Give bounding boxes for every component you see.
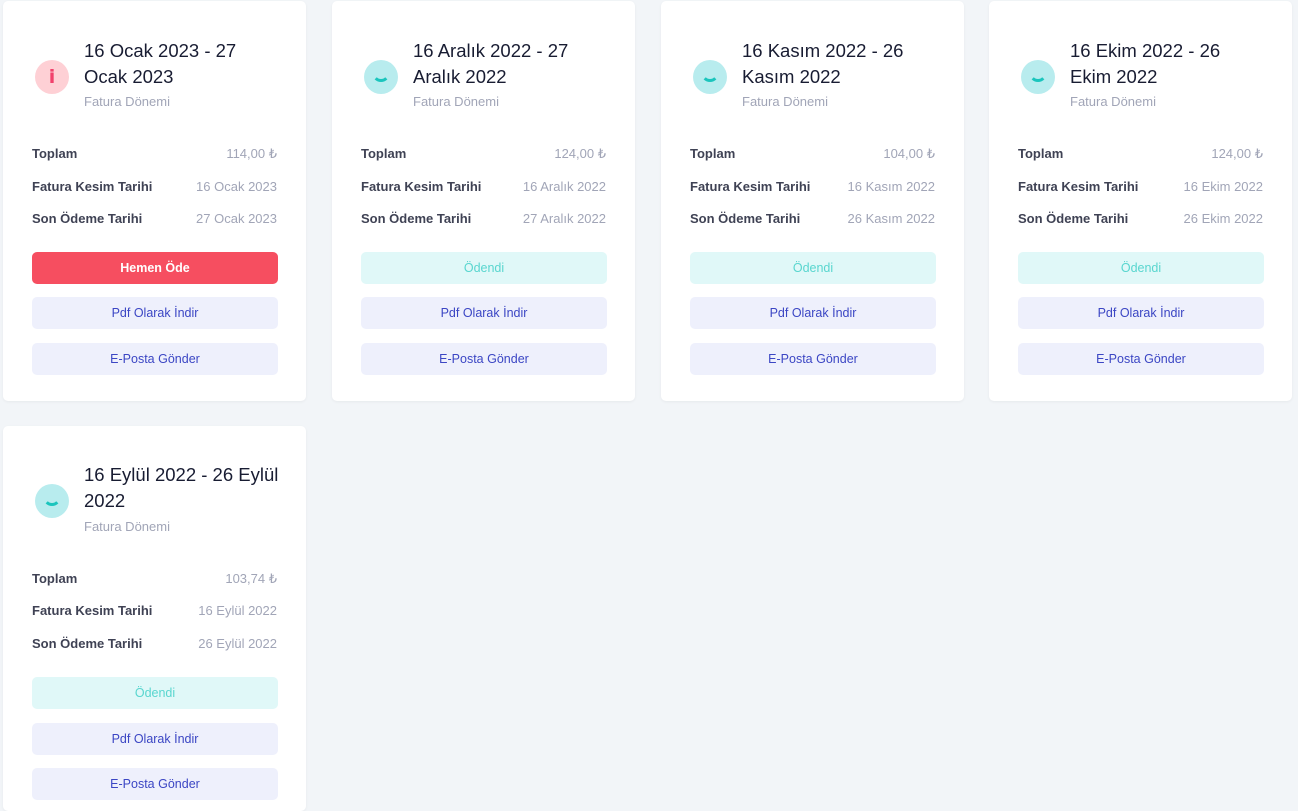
- issue-date-row: Fatura Kesim Tarihi 16 Ekim 2022: [1018, 177, 1263, 197]
- issue-date-row: Fatura Kesim Tarihi 16 Ocak 2023: [32, 177, 277, 197]
- send-email-button[interactable]: E-Posta Gönder: [32, 768, 278, 800]
- download-pdf-button[interactable]: Pdf Olarak İndir: [690, 297, 936, 329]
- invoice-period-title: 16 Ekim 2022 - 26 Ekim 2022: [1070, 40, 1221, 87]
- invoice-period-label: Fatura Dönemi: [84, 94, 170, 109]
- total-value: 124,00 ₺: [554, 146, 606, 161]
- paid-status-badge: Ödendi: [32, 677, 278, 709]
- issue-date-label: Fatura Kesim Tarihi: [32, 603, 153, 618]
- invoice-period-title: 16 Aralık 2022 - 27 Aralık 2022: [413, 40, 569, 87]
- issue-date-value: 16 Ekim 2022: [1183, 179, 1264, 194]
- paid-status-badge: Ödendi: [690, 252, 936, 284]
- download-pdf-button[interactable]: Pdf Olarak İndir: [32, 297, 278, 329]
- smile-icon: [1021, 60, 1055, 94]
- smile-icon: [35, 484, 69, 518]
- due-date-row: Son Ödeme Tarihi 26 Kasım 2022: [690, 209, 935, 229]
- send-email-button[interactable]: E-Posta Gönder: [690, 343, 936, 375]
- due-date-row: Son Ödeme Tarihi 26 Ekim 2022: [1018, 209, 1263, 229]
- issue-date-row: Fatura Kesim Tarihi 16 Kasım 2022: [690, 177, 935, 197]
- invoice-period-title: 16 Eylül 2022 - 26 Eylül 2022: [84, 464, 279, 511]
- due-date-value: 27 Ocak 2023: [196, 211, 277, 226]
- smile-icon: [693, 60, 727, 94]
- invoice-card: 16 Eylül 2022 - 26 Eylül 2022 Fatura Dön…: [3, 426, 306, 811]
- total-label: Toplam: [361, 146, 407, 161]
- issue-date-label: Fatura Kesim Tarihi: [690, 179, 811, 194]
- total-row: Toplam 114,00 ₺: [32, 144, 277, 164]
- invoice-period-label: Fatura Dönemi: [84, 519, 170, 534]
- due-date-label: Son Ödeme Tarihi: [32, 211, 143, 226]
- total-row: Toplam 124,00 ₺: [361, 144, 606, 164]
- invoice-card: 16 Ekim 2022 - 26 Ekim 2022 Fatura Dönem…: [989, 1, 1292, 401]
- due-date-value: 26 Kasım 2022: [847, 211, 935, 226]
- due-date-value: 26 Ekim 2022: [1183, 211, 1264, 226]
- due-date-row: Son Ödeme Tarihi 26 Eylül 2022: [32, 634, 277, 654]
- total-value: 124,00 ₺: [1211, 146, 1263, 161]
- invoice-period-title: 16 Ocak 2023 - 27 Ocak 2023: [84, 40, 237, 87]
- download-pdf-button[interactable]: Pdf Olarak İndir: [1018, 297, 1264, 329]
- issue-date-value: 16 Ocak 2023: [196, 179, 277, 194]
- paid-status-badge: Ödendi: [1018, 252, 1264, 284]
- due-date-label: Son Ödeme Tarihi: [1018, 211, 1129, 226]
- invoice-period-label: Fatura Dönemi: [1070, 94, 1156, 109]
- total-value: 104,00 ₺: [883, 146, 935, 161]
- send-email-button[interactable]: E-Posta Gönder: [1018, 343, 1264, 375]
- total-label: Toplam: [32, 571, 78, 586]
- issue-date-label: Fatura Kesim Tarihi: [32, 179, 153, 194]
- total-row: Toplam 124,00 ₺: [1018, 144, 1263, 164]
- invoice-period-title: 16 Kasım 2022 - 26 Kasım 2022: [742, 40, 904, 87]
- total-value: 103,74 ₺: [225, 571, 277, 586]
- issue-date-value: 16 Kasım 2022: [847, 179, 935, 194]
- due-date-label: Son Ödeme Tarihi: [32, 636, 143, 651]
- due-date-row: Son Ödeme Tarihi 27 Ocak 2023: [32, 209, 277, 229]
- invoice-card: 16 Kasım 2022 - 26 Kasım 2022 Fatura Dön…: [661, 1, 964, 401]
- issue-date-value: 16 Eylül 2022: [198, 603, 277, 618]
- smile-icon: [364, 60, 398, 94]
- total-row: Toplam 103,74 ₺: [32, 569, 277, 589]
- due-date-label: Son Ödeme Tarihi: [361, 211, 472, 226]
- download-pdf-button[interactable]: Pdf Olarak İndir: [32, 723, 278, 755]
- info-icon: i: [35, 60, 69, 94]
- download-pdf-button[interactable]: Pdf Olarak İndir: [361, 297, 607, 329]
- info-icon-glyph: i: [48, 66, 56, 88]
- due-date-row: Son Ödeme Tarihi 27 Aralık 2022: [361, 209, 606, 229]
- due-date-value: 27 Aralık 2022: [522, 211, 606, 226]
- issue-date-label: Fatura Kesim Tarihi: [361, 179, 482, 194]
- total-value: 114,00 ₺: [226, 146, 277, 161]
- due-date-value: 26 Eylül 2022: [198, 636, 277, 651]
- due-date-label: Son Ödeme Tarihi: [690, 211, 801, 226]
- invoice-card: i 16 Ocak 2023 - 27 Ocak 2023 Fatura Dön…: [3, 1, 306, 401]
- issue-date-label: Fatura Kesim Tarihi: [1018, 179, 1139, 194]
- total-label: Toplam: [690, 146, 736, 161]
- total-label: Toplam: [32, 146, 78, 161]
- invoice-period-label: Fatura Dönemi: [413, 94, 499, 109]
- pay-now-button[interactable]: Hemen Öde: [32, 252, 278, 284]
- invoice-period-label: Fatura Dönemi: [742, 94, 828, 109]
- total-row: Toplam 104,00 ₺: [690, 144, 935, 164]
- total-label: Toplam: [1018, 146, 1064, 161]
- issue-date-row: Fatura Kesim Tarihi 16 Eylül 2022: [32, 601, 277, 621]
- issue-date-value: 16 Aralık 2022: [522, 179, 606, 194]
- invoice-card: 16 Aralık 2022 - 27 Aralık 2022 Fatura D…: [332, 1, 635, 401]
- issue-date-row: Fatura Kesim Tarihi 16 Aralık 2022: [361, 177, 606, 197]
- send-email-button[interactable]: E-Posta Gönder: [32, 343, 278, 375]
- send-email-button[interactable]: E-Posta Gönder: [361, 343, 607, 375]
- paid-status-badge: Ödendi: [361, 252, 607, 284]
